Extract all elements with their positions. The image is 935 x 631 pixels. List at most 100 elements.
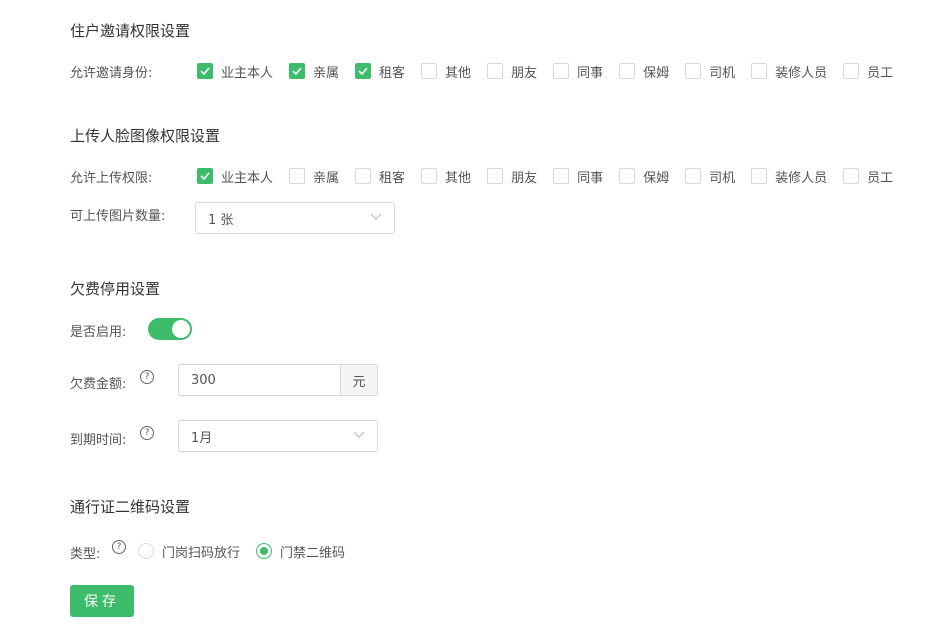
checkbox-label: 司机 [709, 65, 736, 81]
checkbox-label: 员工 [867, 170, 894, 186]
checkbox-item[interactable]: 租客 [355, 62, 421, 81]
arrears-amount-input[interactable]: 300 [178, 364, 341, 396]
arrears-amount-value: 300 [191, 372, 216, 388]
image-count-label: 可上传图片数量: [70, 209, 166, 224]
checkbox-item[interactable]: 同事 [553, 62, 619, 81]
checkbox-label: 租客 [379, 65, 406, 81]
check-icon [200, 67, 210, 75]
amount-unit-addon: 元 [341, 364, 378, 396]
radio-item[interactable]: 门岗扫码放行 [138, 542, 240, 561]
radio[interactable] [138, 543, 154, 559]
upload-permission-label: 允许上传权限: [70, 171, 153, 186]
checkbox-item[interactable]: 亲属 [289, 167, 355, 186]
pass-type-label: 类型: [70, 547, 101, 562]
checkbox-checked[interactable] [197, 63, 213, 79]
checkbox-label: 其他 [445, 170, 472, 186]
check-icon [292, 67, 302, 75]
checkbox-checked[interactable] [197, 168, 213, 184]
checkbox-label: 业主本人 [221, 170, 274, 186]
radio-selected[interactable] [256, 543, 273, 559]
checkbox-label: 保姆 [643, 170, 670, 186]
checkbox-label: 同事 [577, 170, 604, 186]
checkbox-item[interactable]: 其他 [421, 62, 487, 81]
checkbox-item[interactable]: 员工 [843, 62, 909, 81]
checkbox-item[interactable]: 业主本人 [197, 167, 289, 186]
checkbox-label: 员工 [867, 65, 894, 81]
checkbox[interactable] [421, 63, 438, 79]
checkbox-item[interactable]: 朋友 [487, 167, 553, 186]
checkbox-item[interactable]: 朋友 [487, 62, 553, 81]
checkbox[interactable] [355, 168, 372, 184]
checkbox[interactable] [619, 63, 636, 79]
checkbox-item[interactable]: 司机 [685, 62, 751, 81]
checkbox-label: 租客 [379, 170, 406, 186]
chevron-down-icon [370, 213, 382, 220]
help-icon[interactable]: ? [140, 426, 154, 440]
enable-label: 是否启用: [70, 325, 127, 340]
checkbox[interactable] [553, 168, 570, 184]
enable-toggle[interactable] [148, 318, 192, 340]
checkbox-item[interactable]: 保姆 [619, 62, 685, 81]
arrears-section-title: 欠费停用设置 [70, 280, 161, 298]
radio-label: 门岗扫码放行 [162, 545, 241, 561]
upload-section-title: 上传人脸图像权限设置 [70, 127, 221, 145]
checkbox-item[interactable]: 员工 [843, 167, 909, 186]
chevron-down-icon [353, 431, 365, 438]
checkbox-label: 朋友 [511, 170, 538, 186]
checkbox-label: 其他 [445, 65, 472, 81]
check-icon [358, 67, 368, 75]
invite-identity-label: 允许邀请身份: [70, 66, 153, 81]
checkbox[interactable] [751, 168, 768, 184]
checkbox-checked[interactable] [355, 63, 372, 79]
checkbox-item[interactable]: 亲属 [289, 62, 355, 81]
due-time-label: 到期时间: [70, 433, 127, 448]
checkbox-item[interactable]: 业主本人 [197, 62, 289, 81]
checkbox[interactable] [487, 63, 504, 79]
checkbox[interactable] [487, 168, 504, 184]
checkbox-label: 业主本人 [221, 65, 274, 81]
checkbox[interactable] [685, 63, 702, 79]
invite-identity-checkbox-group: 业主本人 亲属 租客 其他 朋友 同事 保姆 司机 装修人员 员工 [197, 61, 909, 81]
checkbox-label: 装修人员 [775, 170, 828, 186]
pass-type-radio-group: 门岗扫码放行 门禁二维码 [138, 541, 361, 561]
image-count-value: 1 张 [208, 212, 234, 228]
checkbox-item[interactable]: 司机 [685, 167, 751, 186]
checkbox-label: 装修人员 [775, 65, 828, 81]
arrears-amount-input-group: 300 元 [178, 364, 378, 396]
checkbox-item[interactable]: 同事 [553, 167, 619, 186]
check-icon [200, 172, 210, 180]
checkbox[interactable] [289, 168, 306, 184]
checkbox[interactable] [553, 63, 570, 79]
arrears-amount-label: 欠费金额: [70, 377, 127, 392]
checkbox[interactable] [685, 168, 702, 184]
checkbox-checked[interactable] [289, 63, 306, 79]
checkbox-label: 亲属 [313, 170, 340, 186]
checkbox-label: 亲属 [313, 65, 340, 81]
checkbox-label: 司机 [709, 170, 736, 186]
checkbox-item[interactable]: 保姆 [619, 167, 685, 186]
help-icon[interactable]: ? [112, 540, 126, 554]
invite-section-title: 住户邀请权限设置 [70, 22, 191, 40]
toggle-knob [172, 320, 190, 338]
checkbox[interactable] [751, 63, 768, 79]
checkbox[interactable] [421, 168, 438, 184]
help-icon[interactable]: ? [140, 370, 154, 384]
upload-permission-checkbox-group: 业主本人 亲属 租客 其他 朋友 同事 保姆 司机 装修人员 员工 [197, 166, 909, 186]
due-time-value: 1月 [191, 430, 213, 446]
checkbox-item[interactable]: 其他 [421, 167, 487, 186]
radio-item[interactable]: 门禁二维码 [256, 542, 345, 561]
checkbox[interactable] [843, 63, 860, 79]
checkbox-item[interactable]: 装修人员 [751, 62, 843, 81]
checkbox[interactable] [619, 168, 636, 184]
due-time-select[interactable]: 1月 [178, 420, 378, 452]
save-button[interactable]: 保存 [70, 585, 134, 617]
checkbox-item[interactable]: 租客 [355, 167, 421, 186]
image-count-select[interactable]: 1 张 [195, 202, 395, 234]
pass-section-title: 通行证二维码设置 [70, 498, 191, 516]
checkbox-label: 同事 [577, 65, 604, 81]
checkbox-label: 朋友 [511, 65, 538, 81]
checkbox-label: 保姆 [643, 65, 670, 81]
checkbox[interactable] [843, 168, 860, 184]
checkbox-item[interactable]: 装修人员 [751, 167, 843, 186]
radio-label: 门禁二维码 [280, 545, 346, 561]
